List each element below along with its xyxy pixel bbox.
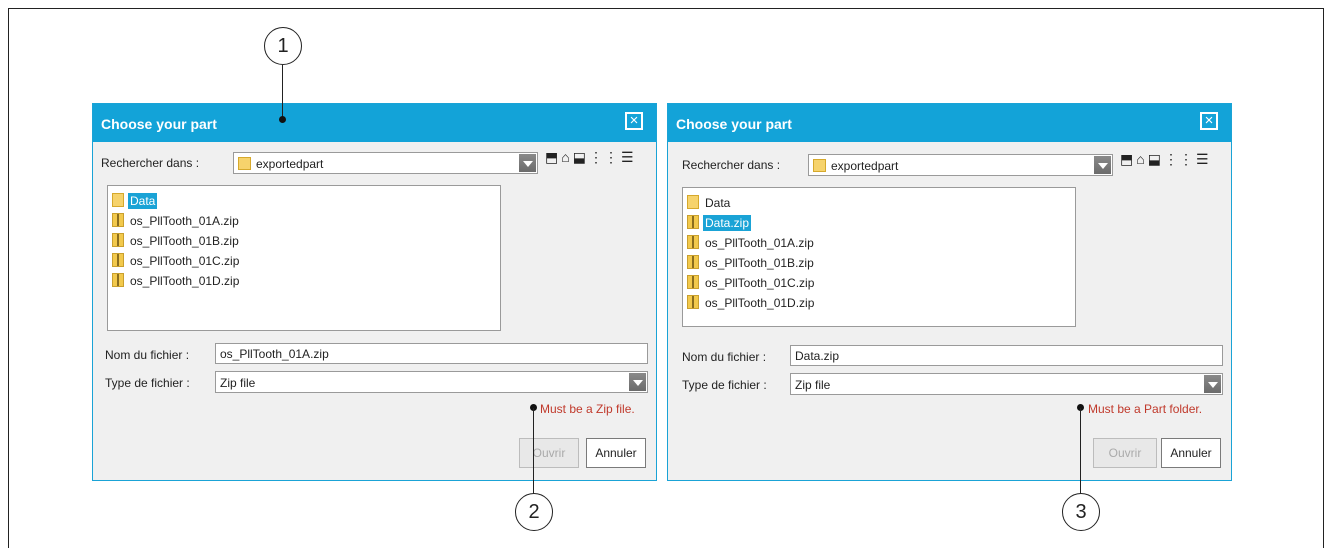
list-item[interactable]: os_PllTooth_01D.zip — [687, 295, 816, 313]
filename-input[interactable]: Data.zip — [790, 345, 1223, 366]
list-item[interactable]: os_PllTooth_01A.zip — [687, 235, 816, 253]
details-view-icon[interactable]: ☰ — [1196, 151, 1210, 168]
file-list[interactable]: Data os_PllTooth_01A.zip os_PllTooth_01B.z… — [107, 185, 501, 331]
filetype-label: Type de fichier : — [682, 378, 767, 392]
callout-1: 1 — [264, 27, 302, 65]
dialog-titlebar: Choose your part × — [93, 104, 656, 142]
look-in-combo[interactable]: exportedpart — [808, 154, 1113, 176]
choose-part-dialog: Choose your part × Rechercher dans : exp… — [667, 103, 1232, 481]
list-item[interactable]: os_PllTooth_01C.zip — [112, 253, 241, 271]
up-folder-icon[interactable]: ⬒ — [1120, 151, 1134, 168]
up-folder-icon[interactable]: ⬒ — [545, 149, 559, 166]
list-item[interactable]: os_PllTooth_01C.zip — [687, 275, 816, 293]
folder-icon — [687, 195, 699, 209]
callout-3: 3 — [1062, 493, 1100, 531]
file-name: os_PllTooth_01A.zip — [130, 214, 239, 228]
callout-leader — [282, 65, 283, 119]
zip-file-icon — [687, 275, 699, 289]
filename-label: Nom du fichier : — [105, 348, 190, 362]
folder-icon — [112, 193, 124, 207]
callout-dot — [279, 116, 286, 123]
zip-file-icon — [687, 255, 699, 269]
chevron-down-icon[interactable] — [519, 154, 536, 172]
zip-file-icon — [112, 273, 124, 287]
choose-part-dialog: Choose your part × Rechercher dans : exp… — [92, 103, 657, 481]
callout-leader — [533, 408, 534, 494]
callout-leader — [1080, 408, 1081, 494]
list-view-icon[interactable]: ⋮⋮ — [589, 149, 619, 166]
error-message: Must be a Part folder. — [1088, 402, 1203, 416]
file-name: os_PllTooth_01B.zip — [705, 256, 814, 270]
close-icon[interactable]: × — [625, 112, 643, 130]
open-button[interactable]: Ouvrir — [1093, 438, 1157, 468]
error-message: Must be a Zip file. — [540, 402, 635, 416]
file-name: os_PllTooth_01C.zip — [705, 276, 815, 290]
filetype-select[interactable]: Zip file — [215, 371, 648, 393]
look-in-combo[interactable]: exportedpart — [233, 152, 538, 174]
look-in-value: exportedpart — [256, 157, 324, 171]
search-in-label: Rechercher dans : — [682, 158, 781, 172]
new-folder-icon[interactable]: ⬓ — [573, 149, 587, 166]
cancel-button[interactable]: Annuler — [586, 438, 646, 468]
list-item[interactable]: os_PllTooth_01A.zip — [112, 213, 241, 231]
zip-file-icon — [687, 295, 699, 309]
home-icon[interactable]: ⌂ — [561, 149, 570, 165]
home-icon[interactable]: ⌂ — [1136, 151, 1145, 167]
list-view-icon[interactable]: ⋮⋮ — [1164, 151, 1194, 168]
file-name: os_PllTooth_01A.zip — [705, 236, 814, 250]
zip-file-icon — [112, 253, 124, 267]
search-in-label: Rechercher dans : — [101, 156, 200, 170]
zip-file-icon — [112, 213, 124, 227]
close-icon[interactable]: × — [1200, 112, 1218, 130]
file-name: os_PllTooth_01D.zip — [705, 296, 815, 310]
file-name: os_PllTooth_01B.zip — [130, 234, 239, 248]
list-item[interactable]: Data.zip — [687, 215, 752, 233]
chevron-down-icon[interactable] — [1094, 156, 1111, 174]
chevron-down-icon[interactable] — [1204, 375, 1221, 393]
folder-icon — [238, 157, 251, 170]
zip-file-icon — [112, 233, 124, 247]
filename-input[interactable]: os_PllTooth_01A.zip — [215, 343, 648, 364]
file-name: os_PllTooth_01D.zip — [130, 274, 240, 288]
cancel-button[interactable]: Annuler — [1161, 438, 1221, 468]
list-item[interactable]: os_PllTooth_01D.zip — [112, 273, 241, 291]
open-button[interactable]: Ouvrir — [519, 438, 579, 468]
folder-icon — [813, 159, 826, 172]
callout-2: 2 — [515, 493, 553, 531]
file-name: os_PllTooth_01C.zip — [130, 254, 240, 268]
dialog-title: Choose your part — [676, 116, 792, 132]
look-in-value: exportedpart — [831, 159, 899, 173]
file-name: Data — [705, 196, 731, 210]
zip-file-icon — [687, 235, 699, 249]
list-item[interactable]: Data — [112, 193, 158, 211]
file-name: Data.zip — [703, 215, 752, 231]
file-name: Data — [128, 193, 158, 209]
list-item[interactable]: os_PllTooth_01B.zip — [112, 233, 241, 251]
filetype-label: Type de fichier : — [105, 376, 190, 390]
chevron-down-icon[interactable] — [629, 373, 646, 391]
dialog-title: Choose your part — [101, 116, 217, 132]
file-list[interactable]: Data Data.zip os_PllTooth_01A.zip os_PllToo… — [682, 187, 1076, 327]
filetype-select[interactable]: Zip file — [790, 373, 1223, 395]
dialog-titlebar: Choose your part × — [668, 104, 1231, 142]
list-item[interactable]: os_PllTooth_01B.zip — [687, 255, 816, 273]
filetype-value: Zip file — [220, 376, 256, 390]
list-item[interactable]: Data — [687, 195, 732, 213]
filename-label: Nom du fichier : — [682, 350, 767, 364]
zip-file-icon — [687, 215, 699, 229]
new-folder-icon[interactable]: ⬓ — [1148, 151, 1162, 168]
toolbar-icons: ⬒ ⌂ ⬓ ⋮⋮ ☰ — [545, 149, 637, 166]
filetype-value: Zip file — [795, 378, 831, 392]
toolbar-icons: ⬒ ⌂ ⬓ ⋮⋮ ☰ — [1120, 151, 1212, 168]
details-view-icon[interactable]: ☰ — [621, 149, 635, 166]
